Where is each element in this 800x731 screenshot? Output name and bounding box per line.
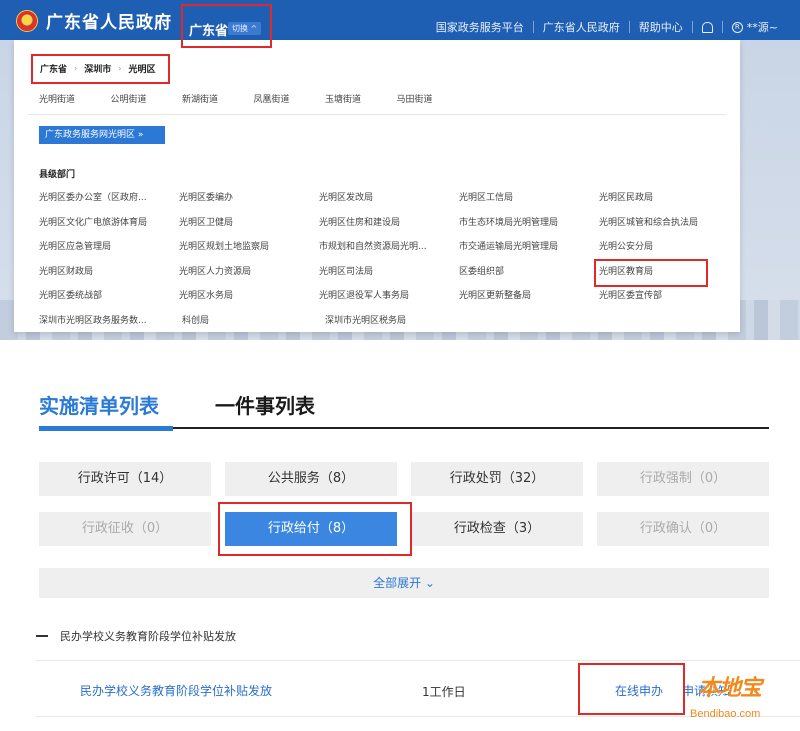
dept-item[interactable]: 科创局 — [182, 313, 325, 338]
category-admin-license[interactable]: 行政许可（14） — [39, 462, 211, 496]
dept-item[interactable]: 深圳市光明区政务服务数... — [39, 313, 182, 338]
street-item[interactable]: 凤凰街道 — [254, 92, 326, 105]
user-icon[interactable]: R — [731, 21, 743, 33]
dept-item[interactable]: 光明区委宣传部 — [599, 288, 739, 313]
region-dropdown: 广东省 › 深圳市 › 光明区 光明街道 公明街道 新湖街道 凤凰街道 玉塘街道… — [14, 40, 740, 332]
dept-row: 光明区委办公室（区政府... 光明区委编办 光明区发改局 光明区工信局 光明区民… — [39, 190, 739, 215]
watermark-logo: 本地宝 — [698, 676, 762, 701]
district-gov-button[interactable]: 广东政务服务网光明区 » — [39, 126, 165, 144]
street-list: 光明街道 公明街道 新湖街道 凤凰街道 玉塘街道 马田街道 — [39, 92, 468, 105]
bell-icon[interactable] — [701, 21, 713, 33]
dept-item[interactable]: 光明区规划土地监察局 — [179, 239, 319, 264]
divider — [28, 114, 726, 115]
dept-item[interactable]: 光明区应急管理局 — [39, 239, 179, 264]
collapse-icon[interactable] — [36, 635, 48, 637]
group-header[interactable]: 民办学校义务教育阶段学位补贴发放 — [36, 628, 236, 644]
dept-item[interactable]: 深圳市光明区税务局 — [325, 313, 468, 338]
category-admin-confirmation[interactable]: 行政确认（0） — [597, 512, 769, 546]
dept-item[interactable]: 光明区委统战部 — [39, 288, 179, 313]
dept-item[interactable]: 光明区司法局 — [319, 264, 459, 289]
dept-item[interactable]: 光明区更新整备局 — [459, 288, 599, 313]
dept-section-title: 县级部门 — [39, 170, 76, 180]
dept-item[interactable]: 市生态环境局光明管理局 — [459, 215, 599, 240]
highlight-admin-payment — [218, 502, 412, 556]
street-item[interactable]: 玉塘街道 — [325, 92, 397, 105]
dept-item[interactable]: 光明区财政局 — [39, 264, 179, 289]
nav-national-platform[interactable]: 国家政务服务平台 — [436, 19, 524, 35]
dept-item[interactable]: 光明区退役军人事务局 — [319, 288, 459, 313]
user-name[interactable]: **源~ — [747, 19, 778, 35]
dept-item[interactable]: 光明区文化广电旅游体育局 — [39, 215, 179, 240]
nav-provincial-gov[interactable]: 广东省人民政府 — [543, 19, 620, 35]
tab-implementation-list[interactable]: 实施清单列表 — [39, 390, 159, 419]
dept-row: 光明区文化广电旅游体育局 光明区卫健局 光明区住房和建设局 市生态环境局光明管理… — [39, 215, 739, 240]
nav-divider — [691, 21, 693, 33]
street-item[interactable]: 光明街道 — [39, 92, 111, 105]
highlight-breadcrumb — [31, 54, 170, 84]
dept-item[interactable]: 市交通运输局光明管理局 — [459, 239, 599, 264]
dept-item[interactable]: 市规划和自然资源局光明... — [319, 239, 459, 264]
emblem-icon — [16, 10, 38, 32]
highlight-online-apply — [578, 663, 685, 715]
active-tab-indicator — [39, 426, 173, 431]
category-admin-enforcement[interactable]: 行政强制（0） — [597, 462, 769, 496]
highlight-education-dept — [594, 259, 708, 287]
watermark: 本地宝 Bendibao.com — [688, 670, 798, 728]
group-title: 民办学校义务教育阶段学位补贴发放 — [60, 630, 236, 643]
dept-item[interactable]: 光明区人力资源局 — [179, 264, 319, 289]
site-title[interactable]: 广东省人民政府 — [46, 8, 172, 33]
street-item[interactable]: 新湖街道 — [182, 92, 254, 105]
dept-row: 深圳市光明区政务服务数... 科创局 深圳市光明区税务局 — [39, 313, 739, 338]
dept-item[interactable]: 光明区发改局 — [319, 190, 459, 215]
item-processing-time: 1工作日 — [422, 685, 466, 699]
dept-item[interactable]: 光明区卫健局 — [179, 215, 319, 240]
watermark-url: Bendibao.com — [690, 708, 761, 720]
highlight-region-switch — [181, 4, 272, 48]
nav-help-center[interactable]: 帮助中心 — [639, 19, 683, 35]
list-tabs: 实施清单列表 一件事列表 — [39, 390, 371, 419]
street-item[interactable]: 马田街道 — [397, 92, 469, 105]
category-public-service[interactable]: 公共服务（8） — [225, 462, 397, 496]
nav-divider — [721, 21, 723, 33]
nav-divider — [628, 21, 630, 33]
category-admin-levy[interactable]: 行政征收（0） — [39, 512, 211, 546]
top-panel: 广东省人民政府 广东省 切换 ^ 国家政务服务平台 广东省人民政府 帮助中心 R… — [0, 0, 800, 340]
dept-item[interactable]: 光明区委编办 — [179, 190, 319, 215]
item-name-link[interactable]: 民办学校义务教育阶段学位补贴发放 — [80, 682, 272, 699]
dept-item[interactable]: 区委组织部 — [459, 264, 599, 289]
tab-one-thing-list[interactable]: 一件事列表 — [215, 390, 315, 419]
dept-row: 光明区委统战部 光明区水务局 光明区退役军人事务局 光明区更新整备局 光明区委宣… — [39, 288, 739, 313]
dept-item[interactable]: 光明区住房和建设局 — [319, 215, 459, 240]
dept-item[interactable]: 光明区委办公室（区政府... — [39, 190, 179, 215]
dept-item[interactable]: 光明区水务局 — [179, 288, 319, 313]
nav-divider — [532, 21, 534, 33]
category-admin-inspection[interactable]: 行政检查（3） — [411, 512, 583, 546]
dept-item[interactable]: 光明区民政局 — [599, 190, 739, 215]
dept-item[interactable]: 光明区工信局 — [459, 190, 599, 215]
divider — [36, 716, 800, 717]
site-header: 广东省人民政府 广东省 切换 ^ 国家政务服务平台 广东省人民政府 帮助中心 R… — [0, 0, 800, 40]
street-item[interactable]: 公明街道 — [111, 92, 183, 105]
dept-item[interactable]: 光明区城管和综合执法局 — [599, 215, 739, 240]
top-nav: 国家政务服务平台 广东省人民政府 帮助中心 R **源~ — [436, 19, 778, 35]
divider — [36, 660, 800, 661]
expand-all-button[interactable]: 全部展开 ⌄ — [39, 568, 769, 598]
category-admin-penalty[interactable]: 行政处罚（32） — [411, 462, 583, 496]
